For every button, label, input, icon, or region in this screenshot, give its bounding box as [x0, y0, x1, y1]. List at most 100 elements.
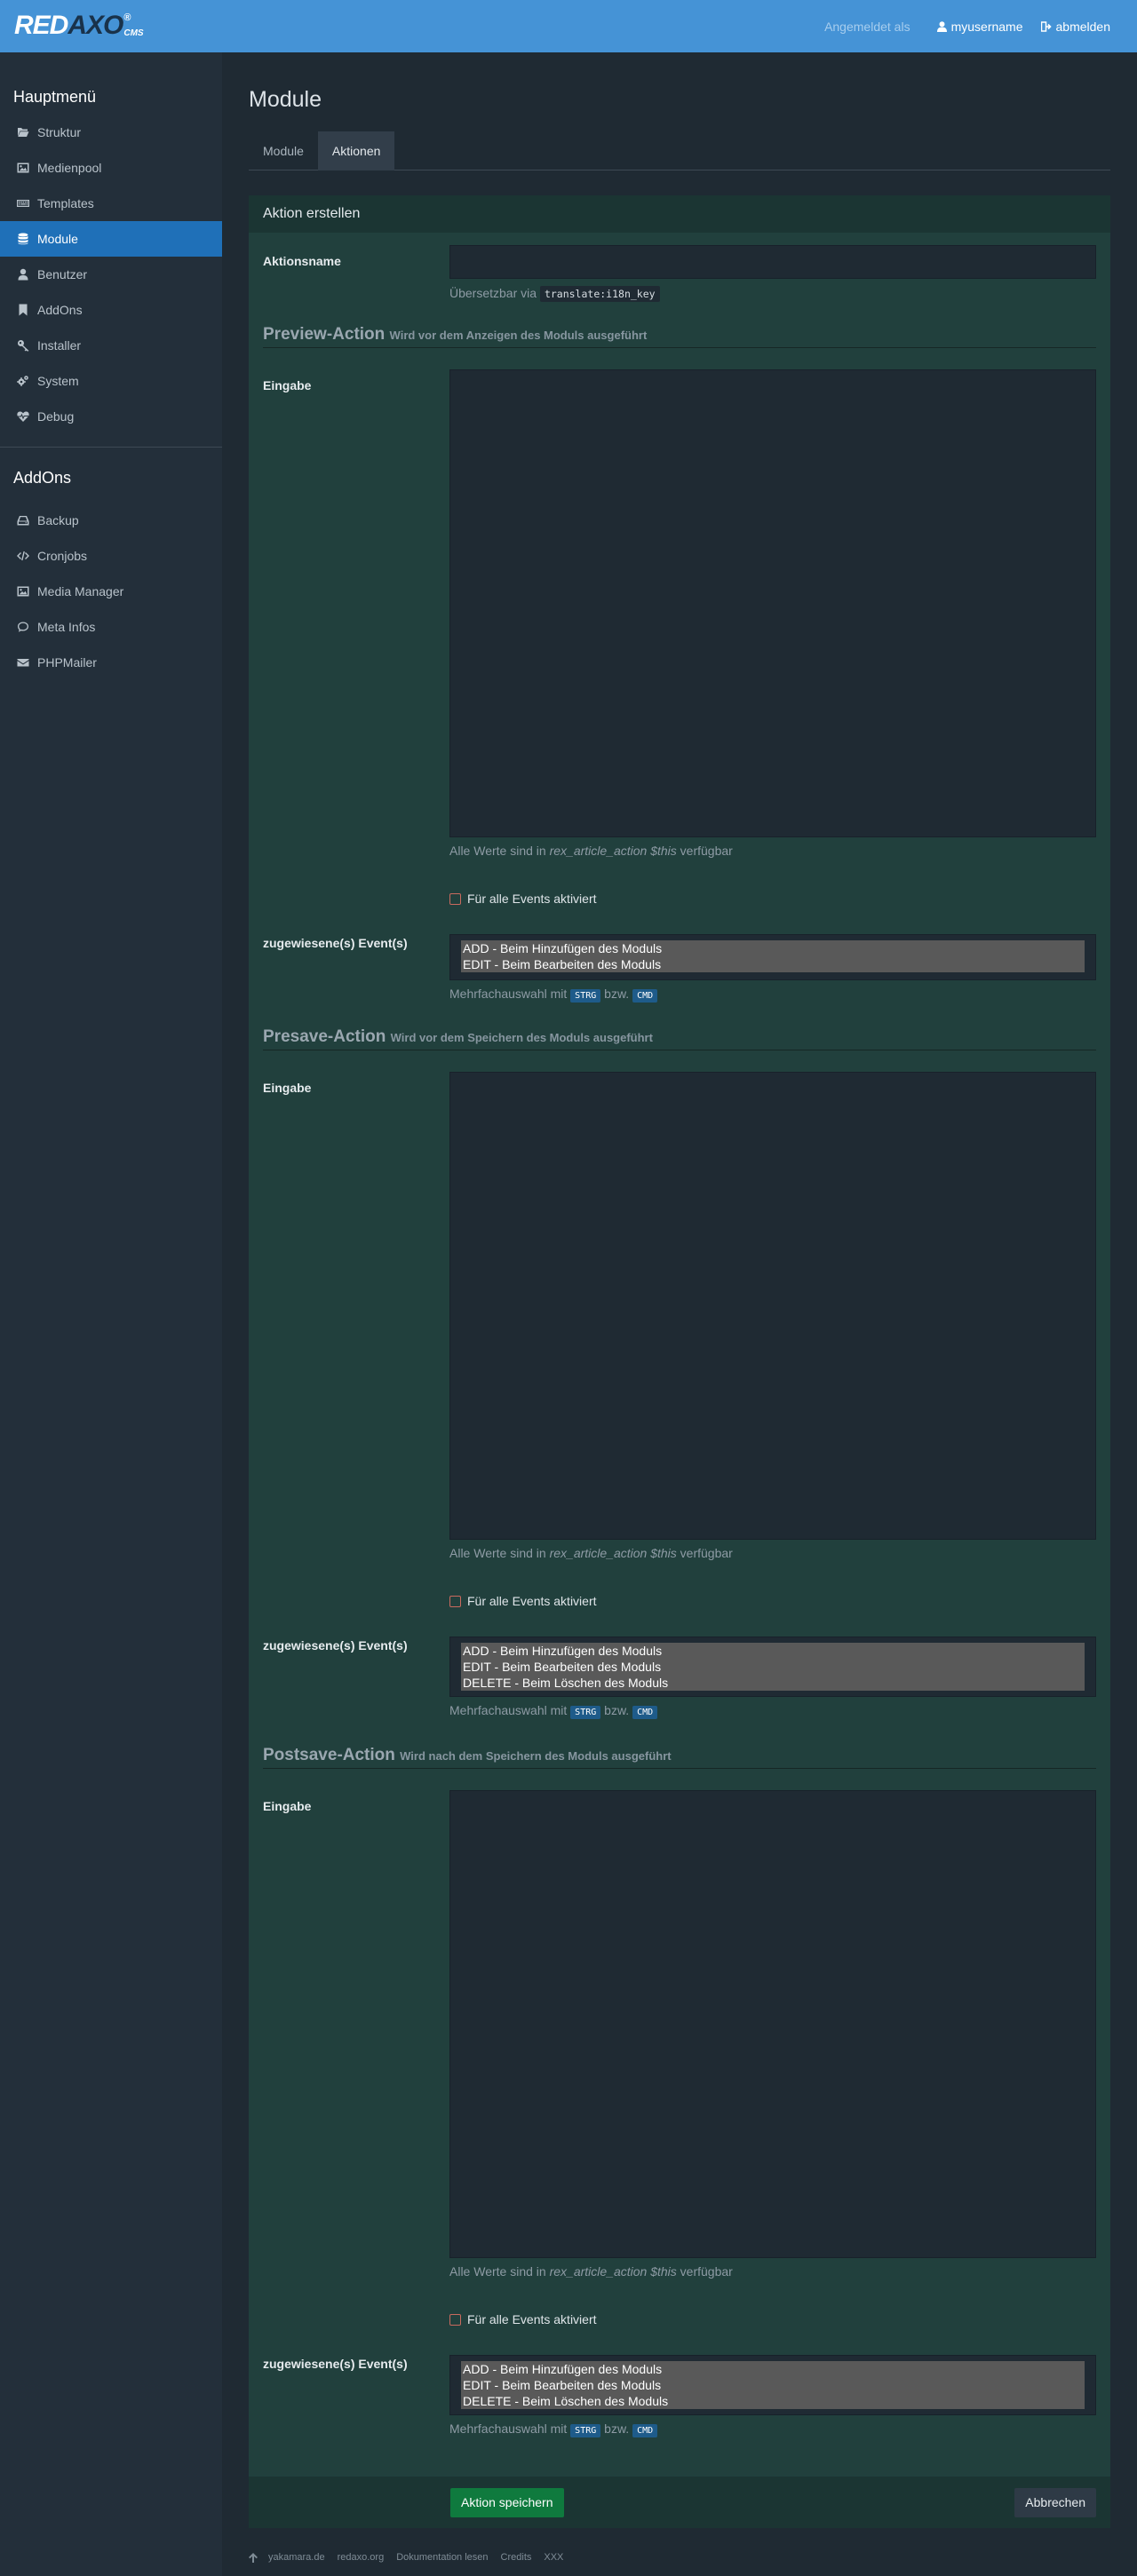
help-code: rex_article_action $this	[549, 2264, 677, 2279]
translate-help: Übersetzbar via translate:i18n_key	[449, 286, 660, 302]
page-footer: yakamara.de redaxo.org Dokumentation les…	[249, 2548, 576, 2566]
panel-title: Aktion erstellen	[249, 195, 1110, 233]
code-icon	[17, 551, 29, 561]
sidebar-item-system[interactable]: System	[0, 363, 222, 399]
postsave-events-select[interactable]: ADD - Beim Hinzufügen des Moduls EDIT - …	[449, 2355, 1096, 2415]
help-text: verfügbar	[680, 1546, 733, 1560]
section-title: Presave-Action	[263, 1027, 386, 1046]
page-title: Module	[249, 87, 322, 112]
footer-link-xxx[interactable]: XXX	[544, 2552, 563, 2563]
select-option-edit[interactable]: EDIT - Beim Bearbeiten des Moduls	[461, 1659, 1085, 1675]
sidebar-item-backup[interactable]: Backup	[0, 503, 222, 538]
sidebar-item-label: Meta Infos	[37, 620, 96, 634]
help-text: bzw.	[604, 1703, 630, 1717]
sidebar-item-label: System	[37, 374, 79, 388]
select-option-edit[interactable]: EDIT - Beim Bearbeiten des Moduls	[461, 2377, 1085, 2393]
gears-icon	[17, 376, 28, 386]
key-cmd: CMD	[632, 1706, 658, 1719]
tab-module[interactable]: Module	[249, 131, 318, 170]
folder-open-icon	[18, 128, 29, 137]
help-text: bzw.	[604, 2421, 630, 2436]
logo-text-red: RED	[14, 11, 68, 40]
postsave-multi-help: Mehrfachauswahl mit STRG bzw. CMD	[449, 2421, 658, 2437]
footer-link-yakamara[interactable]: yakamara.de	[268, 2552, 325, 2563]
key-cmd: CMD	[632, 989, 658, 1003]
presave-multi-help: Mehrfachauswahl mit STRG bzw. CMD	[449, 1703, 658, 1719]
keyboard-icon	[17, 200, 29, 207]
logged-in-as-label: Angemeldet als	[824, 19, 910, 34]
checkbox-label: Für alle Events aktiviert	[467, 2312, 597, 2326]
translate-key: translate:i18n_key	[539, 286, 660, 302]
image-icon	[17, 162, 29, 173]
sidebar-item-label: Struktur	[37, 125, 82, 139]
arrow-up-icon[interactable]	[249, 2552, 258, 2563]
sidebar-item-installer[interactable]: Installer	[0, 328, 222, 363]
presave-action-textarea[interactable]	[449, 1072, 1096, 1540]
sidebar-item-cronjobs[interactable]: Cronjobs	[0, 538, 222, 574]
key-strg: STRG	[570, 2424, 601, 2437]
sidebar-item-label: Backup	[37, 513, 79, 527]
sidebar-item-medienpool[interactable]: Medienpool	[0, 150, 222, 186]
help-text: Mehrfachauswahl mit	[449, 1703, 568, 1717]
sidebar-item-label: Module	[37, 232, 78, 246]
checkbox-box[interactable]	[449, 2313, 461, 2326]
sidebar-item-label: Medienpool	[37, 161, 102, 175]
footer-link-redaxo[interactable]: redaxo.org	[338, 2552, 385, 2563]
checkbox-box[interactable]	[449, 1595, 461, 1607]
footer-link-credits[interactable]: Credits	[501, 2552, 532, 2563]
sidebar-item-debug[interactable]: Debug	[0, 399, 222, 434]
select-option-add[interactable]: ADD - Beim Hinzufügen des Moduls	[461, 2361, 1085, 2377]
addons-menu-title: AddOns	[13, 469, 72, 487]
bookmark-icon	[19, 304, 28, 316]
checkbox-label: Für alle Events aktiviert	[467, 1594, 597, 1608]
sidebar-item-meta-infos[interactable]: Meta Infos	[0, 609, 222, 645]
help-code: rex_article_action $this	[549, 844, 677, 858]
key-icon	[18, 340, 29, 352]
sidebar-item-module[interactable]: Module	[0, 221, 222, 257]
sidebar-item-templates[interactable]: Templates	[0, 186, 222, 221]
select-option-delete[interactable]: DELETE - Beim Löschen des Moduls	[461, 1675, 1085, 1691]
preview-values-help: Alle Werte sind in rex_article_action $t…	[449, 844, 733, 858]
help-text: Alle Werte sind in	[449, 844, 546, 858]
select-option-add[interactable]: ADD - Beim Hinzufügen des Moduls	[461, 940, 1085, 956]
key-strg: STRG	[570, 1706, 601, 1719]
footer-link-docs[interactable]: Dokumentation lesen	[396, 2552, 488, 2563]
preview-action-textarea[interactable]	[449, 369, 1096, 837]
sidebar-item-media-manager[interactable]: Media Manager	[0, 574, 222, 609]
username: myusername	[950, 19, 1023, 34]
tab-aktionen[interactable]: Aktionen	[317, 131, 395, 170]
presave-events-select[interactable]: ADD - Beim Hinzufügen des Moduls EDIT - …	[449, 1637, 1096, 1697]
checkbox-box[interactable]	[449, 892, 461, 905]
database-icon	[18, 233, 28, 245]
select-option-add[interactable]: ADD - Beim Hinzufügen des Moduls	[461, 1643, 1085, 1659]
section-title-preview: Preview-Action Wird vor dem Anzeigen des…	[263, 325, 1096, 348]
envelope-icon	[17, 659, 29, 667]
logout-link[interactable]: abmelden	[1040, 20, 1110, 34]
save-action-button[interactable]: Aktion speichern	[450, 2488, 564, 2517]
redaxo-logo[interactable]: REDAXO ® CMS	[14, 12, 144, 41]
postsave-all-events-checkbox[interactable]: Für alle Events aktiviert	[449, 2312, 597, 2326]
tab-bar: Module Aktionen	[249, 131, 1110, 170]
select-option-delete[interactable]: DELETE - Beim Löschen des Moduls	[461, 2393, 1085, 2409]
sidebar-item-phpmailer[interactable]: PHPMailer	[0, 645, 222, 680]
user-profile-link[interactable]: myusername	[936, 19, 1023, 34]
preview-all-events-checkbox[interactable]: Für alle Events aktiviert	[449, 892, 597, 906]
select-option-edit[interactable]: EDIT - Beim Bearbeiten des Moduls	[461, 956, 1085, 972]
cancel-button[interactable]: Abbrechen	[1014, 2488, 1096, 2517]
postsave-values-help: Alle Werte sind in rex_article_action $t…	[449, 2264, 733, 2279]
sidebar-item-label: Cronjobs	[37, 549, 88, 563]
presave-input-label: Eingabe	[263, 1081, 312, 1095]
presave-all-events-checkbox[interactable]: Für alle Events aktiviert	[449, 1594, 597, 1608]
preview-events-select[interactable]: ADD - Beim Hinzufügen des Moduls EDIT - …	[449, 934, 1096, 980]
presave-events-label: zugewiesene(s) Event(s)	[263, 1638, 408, 1653]
heartbeat-icon	[17, 411, 29, 422]
action-name-input[interactable]	[449, 245, 1096, 279]
postsave-events-label: zugewiesene(s) Event(s)	[263, 2357, 408, 2371]
sidebar-item-addons[interactable]: AddOns	[0, 292, 222, 328]
help-code: rex_article_action $this	[549, 1546, 677, 1560]
logo-registered: ®	[123, 12, 131, 23]
sidebar-item-benutzer[interactable]: Benutzer	[0, 257, 222, 292]
key-cmd: CMD	[632, 2424, 658, 2437]
sidebar-item-struktur[interactable]: Struktur	[0, 115, 222, 150]
postsave-action-textarea[interactable]	[449, 1790, 1096, 2258]
